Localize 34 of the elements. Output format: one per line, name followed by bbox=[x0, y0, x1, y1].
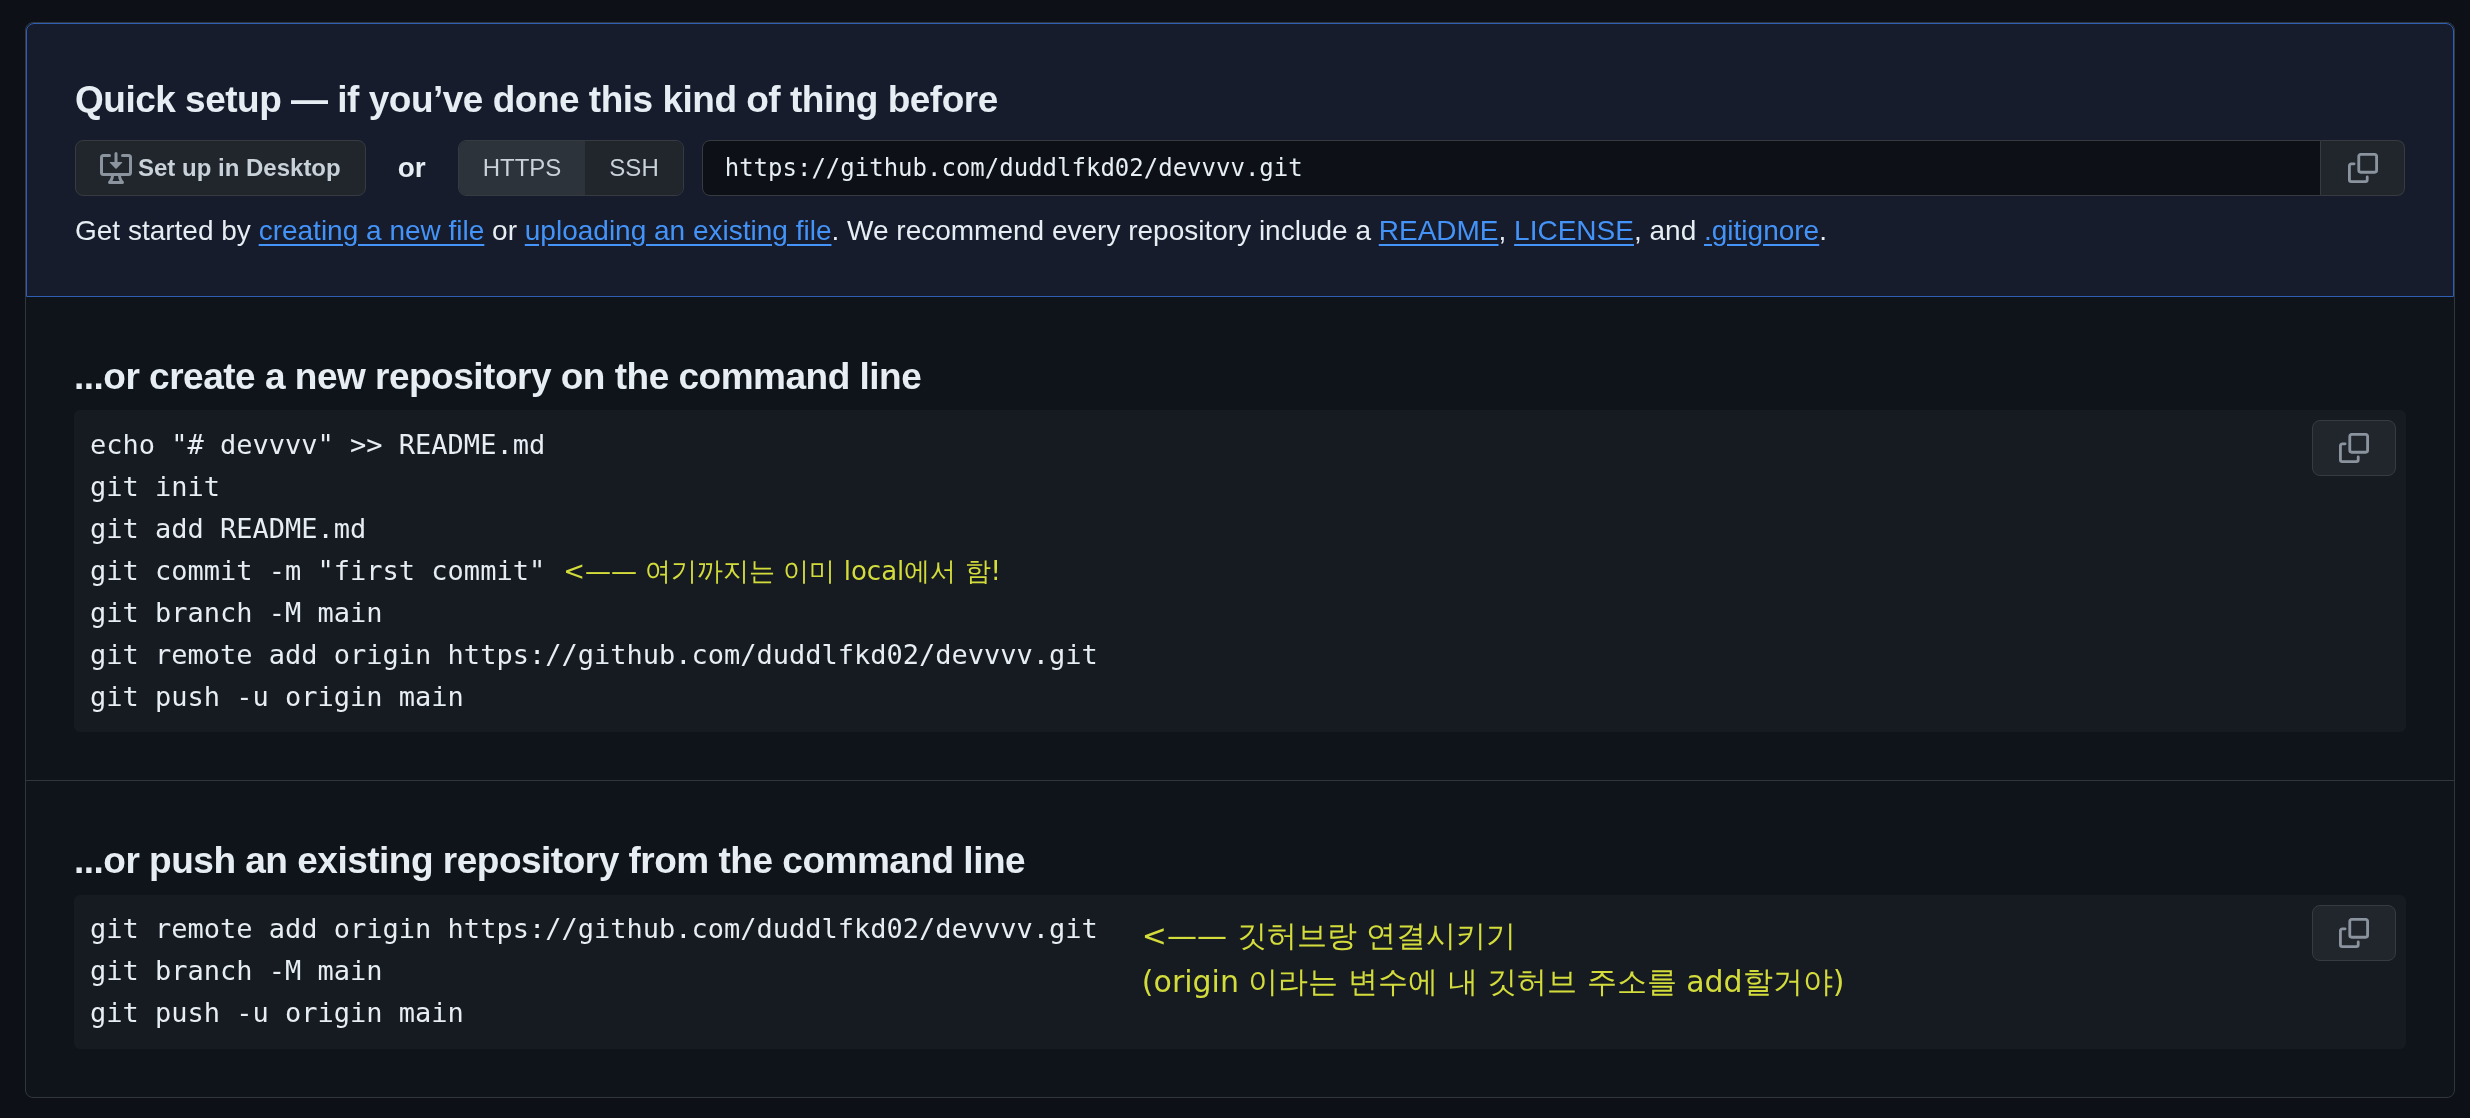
code-line: git branch -M main bbox=[90, 595, 383, 630]
protocol-tab[interactable]: SSH bbox=[585, 140, 683, 195]
code-line: git push -u origin main bbox=[90, 996, 464, 1031]
section-heading: ...or create a new repository on the command line bbox=[74, 354, 923, 399]
text-link[interactable]: LICENSE bbox=[1514, 214, 1634, 246]
setup-instructions: Get started by creating a new file or uploading an existing file. We recommend every repository include a README, LICENSE, and .gitignore. bbox=[75, 213, 1828, 248]
code-line: git add README.md bbox=[90, 511, 367, 546]
code-line: echo "# devvvv" >> README.md bbox=[90, 427, 546, 462]
text-link[interactable]: README bbox=[1378, 214, 1499, 246]
or-label: or bbox=[396, 150, 427, 185]
copy-icon bbox=[2339, 917, 2369, 948]
annotation-note: <—— 여기까지는 이미 local에서 함! bbox=[563, 554, 1001, 588]
text-link[interactable]: .gitignore bbox=[1704, 214, 1820, 246]
code-line: git commit -m "first commit" bbox=[90, 553, 546, 588]
text-link[interactable]: uploading an existing file bbox=[524, 214, 832, 246]
clone-url-field[interactable]: https://github.com/duddlfkd02/devvvv.git bbox=[701, 139, 2321, 196]
copy-icon bbox=[2347, 152, 2378, 183]
code-line: git remote add origin https://github.com/duddlfkd02/devvvv.git bbox=[90, 637, 1098, 672]
copy-button[interactable] bbox=[2312, 904, 2396, 961]
copy-button[interactable] bbox=[2312, 420, 2396, 476]
text-link[interactable]: creating a new file bbox=[258, 214, 485, 246]
code-line: git init bbox=[90, 469, 221, 504]
section-heading: ...or push an existing repository from the command line bbox=[74, 839, 1027, 883]
quick-setup-heading: Quick setup — if you’ve done this kind of thing before bbox=[75, 78, 999, 122]
protocol-tab[interactable]: HTTPS bbox=[458, 140, 586, 195]
copy-icon bbox=[2339, 433, 2369, 463]
copy-button[interactable] bbox=[2321, 139, 2405, 196]
code-line: git branch -M main bbox=[90, 954, 383, 989]
annotation-note: <—— 깃허브랑 연결시키기 bbox=[1141, 916, 1518, 955]
code-line: git remote add origin https://github.com/duddlfkd02/devvvv.git bbox=[90, 912, 1098, 947]
desktop-button[interactable]: Set up in Desktop bbox=[75, 139, 366, 196]
code-line: git push -u origin main bbox=[90, 679, 464, 714]
desktop-download-icon bbox=[100, 151, 132, 184]
annotation-note: (origin 이라는 변수에 내 깃허브 주소를 add할거야) bbox=[1141, 962, 1845, 1001]
